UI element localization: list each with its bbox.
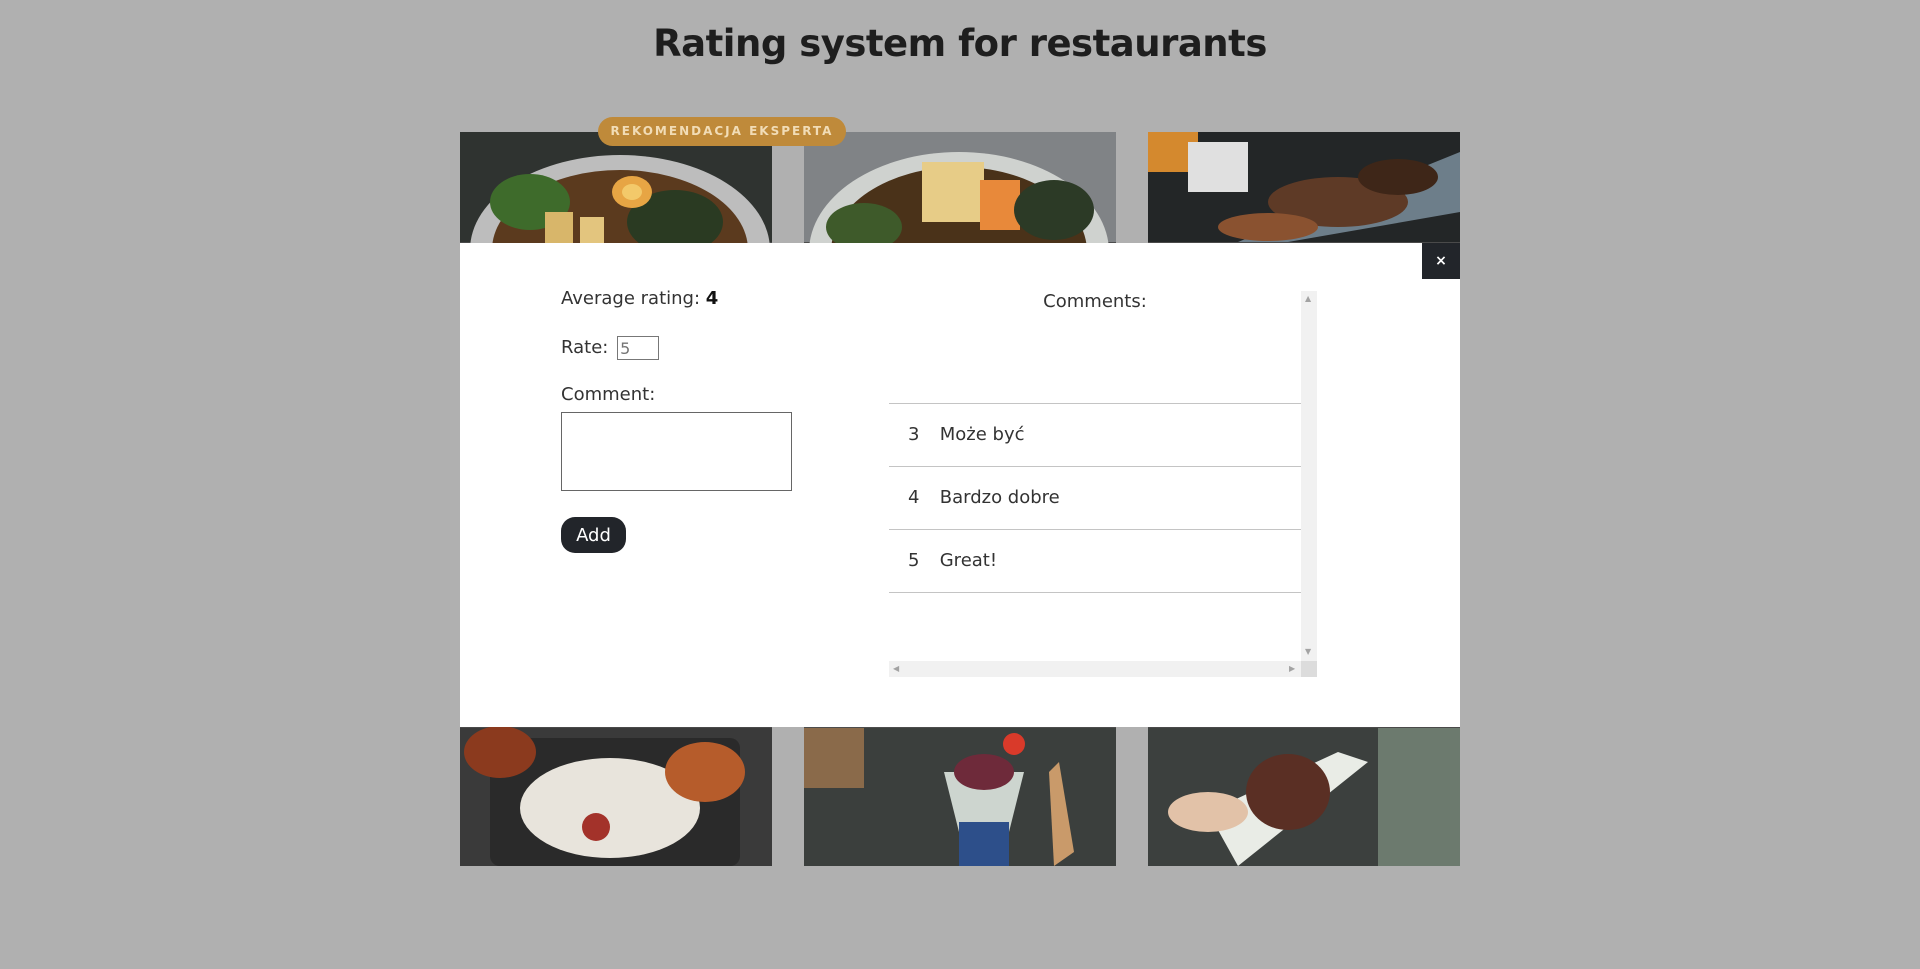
average-rating-value: 4	[705, 288, 719, 309]
rate-input[interactable]	[617, 336, 660, 360]
rate-row: Rate:	[561, 336, 660, 360]
horizontal-scrollbar[interactable]: ◀ ▶	[889, 661, 1301, 677]
comment-item: 4 Bardzo dobre	[889, 466, 1301, 529]
comment-text: Bardzo dobre	[939, 487, 1060, 508]
comment-item: 3 Może być	[889, 403, 1301, 466]
average-rating: Average rating: 4	[561, 288, 718, 309]
comment-text: Great!	[939, 550, 998, 571]
page-title: Rating system for restaurants	[653, 22, 1267, 65]
comments-title: Comments:	[1043, 291, 1147, 312]
comment-rating: 3	[908, 424, 920, 445]
comment-text: Może być	[939, 424, 1025, 445]
scroll-left-icon[interactable]: ◀	[893, 665, 899, 673]
comments-list: 3 Może być 4 Bardzo dobre 5 Great!	[889, 403, 1301, 593]
comment-item: 5 Great!	[889, 529, 1301, 593]
comment-rating: 5	[908, 550, 920, 571]
scroll-down-icon[interactable]: ▼	[1305, 648, 1311, 656]
average-rating-label: Average rating:	[561, 288, 701, 309]
comment-rating: 4	[908, 487, 920, 508]
comment-textarea[interactable]	[561, 412, 792, 491]
close-button[interactable]: ×	[1422, 243, 1460, 279]
rate-label: Rate:	[561, 337, 609, 358]
scroll-right-icon[interactable]: ▶	[1289, 665, 1295, 673]
comments-panel[interactable]: Comments: 3 Może być 4 Bardzo dobre 5 Gr…	[889, 291, 1317, 677]
scrollbar-corner	[1301, 661, 1317, 677]
expert-recommendation-badge: REKOMENDACJA EKSPERTA	[598, 117, 846, 146]
comment-label: Comment:	[561, 384, 656, 405]
vertical-scrollbar[interactable]: ▲ ▼	[1301, 291, 1317, 661]
add-button[interactable]: Add	[561, 517, 626, 553]
scroll-up-icon[interactable]: ▲	[1305, 295, 1311, 303]
